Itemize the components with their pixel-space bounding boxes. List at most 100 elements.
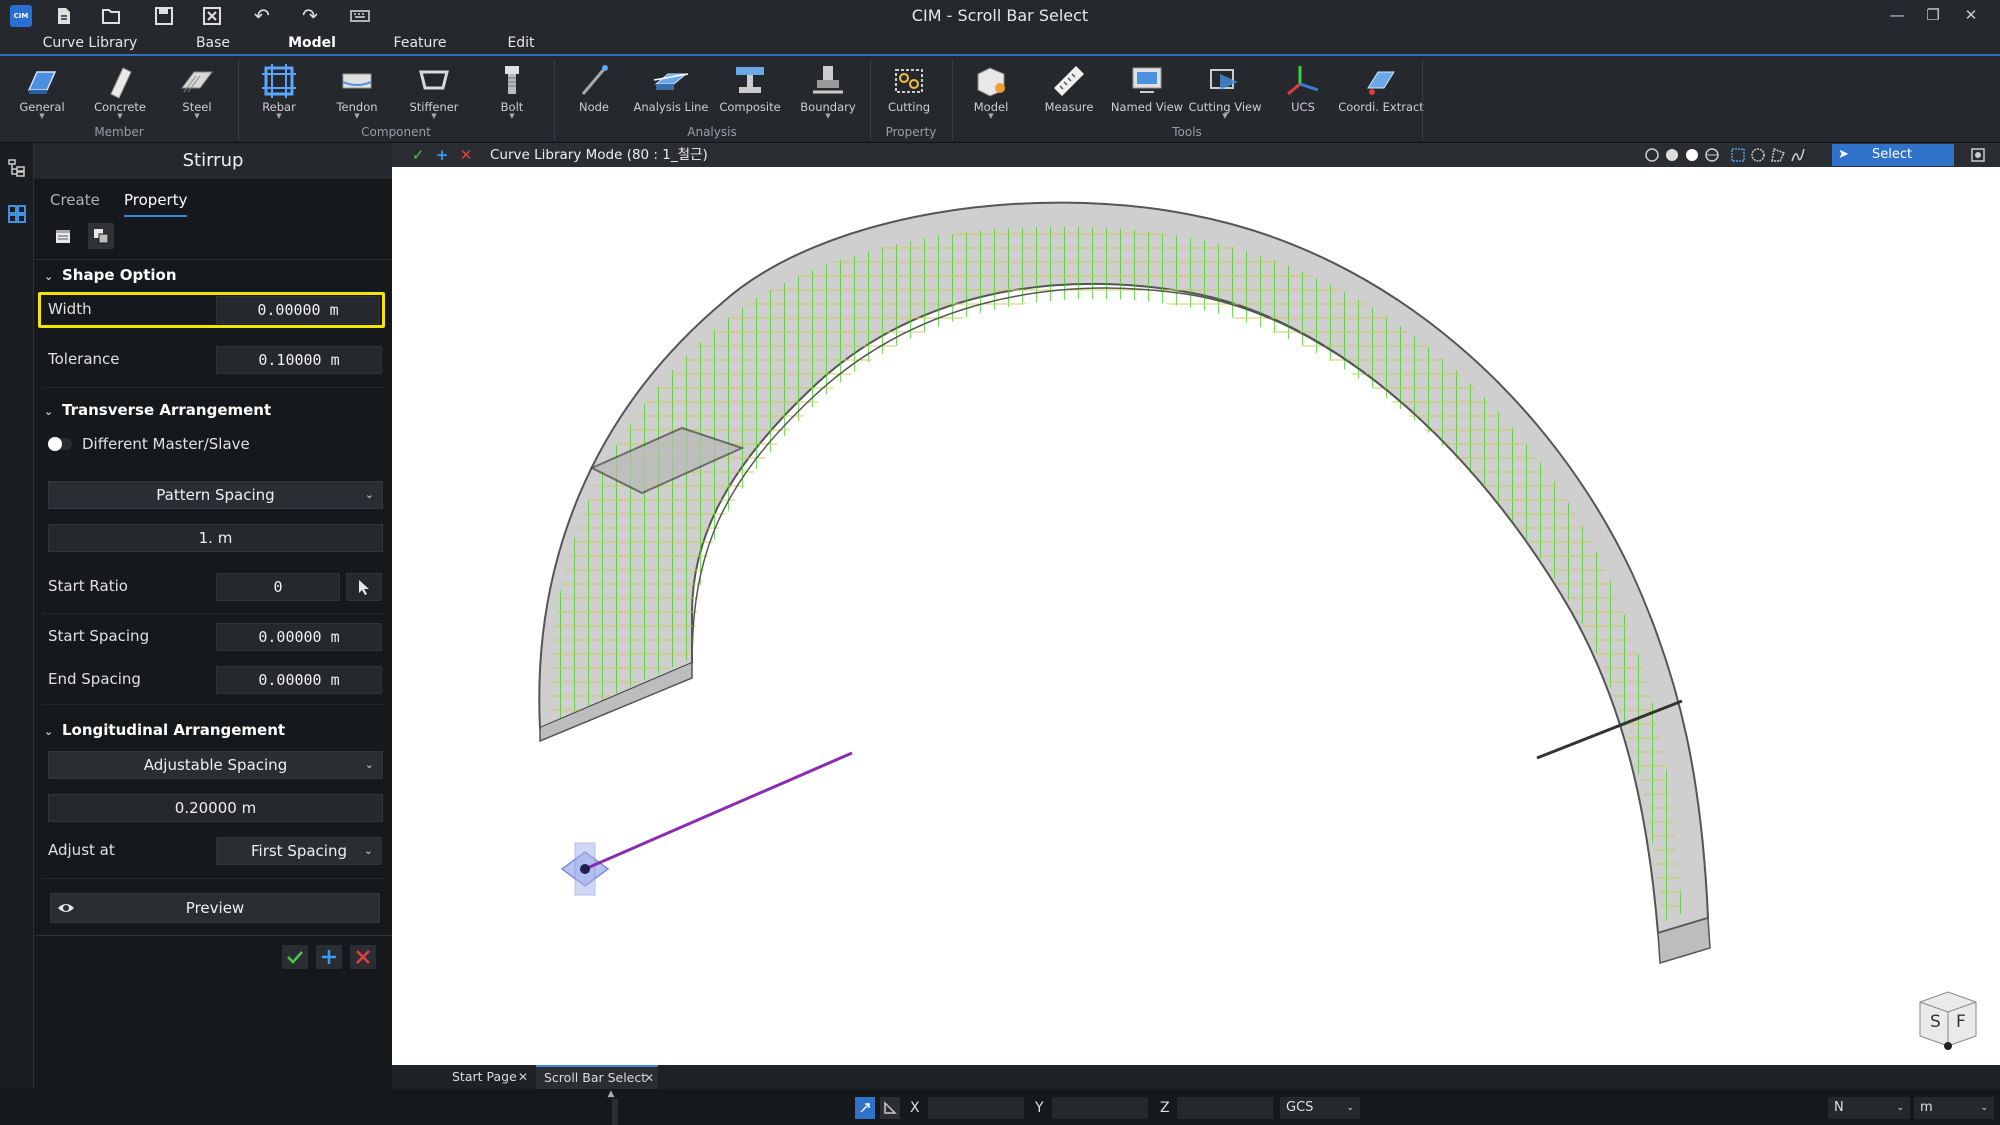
ucs-icon [1287,66,1319,96]
pick-cursor-button[interactable] [346,573,382,601]
section-transverse-arrangement[interactable]: ⌄ Transverse Arrangement [44,401,271,419]
tab-curve-library[interactable]: Curve Library [36,32,144,54]
tab-property[interactable]: Property [124,191,188,217]
start-ratio-field[interactable]: 0 [216,573,340,601]
add-button[interactable] [316,945,342,969]
tab-feature[interactable]: Feature [384,32,456,54]
restore-icon[interactable]: ❐ [1918,2,1948,28]
coordi-extract-button[interactable]: Coordi. Extract [1338,62,1424,128]
preview-button[interactable]: Preview [50,893,380,923]
group-label-member: Member [94,125,144,139]
close-tab-icon[interactable]: ✕ [518,1065,528,1089]
section-longitudinal-arrangement[interactable]: ⌄ Longitudinal Arrangement [44,721,285,739]
rebar-button[interactable]: Rebar ▼ [242,62,316,128]
ribbon-toolbar: General ▼ Concrete ▼ Steel ▼ Rebar ▼ Tendon ▼… [0,56,2000,143]
x-coordinate-field[interactable] [928,1097,1024,1119]
bolt-button[interactable]: Bolt ▼ [475,62,549,128]
steel-button[interactable]: Steel ▼ [160,62,234,128]
snap-icon[interactable] [855,1097,875,1119]
measure-button[interactable]: Measure [1032,62,1106,128]
width-field[interactable]: 0.00000 m [216,296,380,324]
named-view-button[interactable]: Named View [1110,62,1184,128]
view-cube-front: F [1956,1012,1966,1032]
start-spacing-field[interactable]: 0.00000 m [216,623,382,651]
boundary-button[interactable]: Boundary ▼ [791,62,865,128]
concrete-button[interactable]: Concrete ▼ [83,62,157,128]
tab-create[interactable]: Create [50,191,100,209]
line-select-icon[interactable] [1788,145,1808,165]
master-slave-toggle[interactable] [48,437,72,451]
calendar-icon[interactable] [50,223,76,249]
tolerance-field[interactable]: 0.10000 m [216,346,382,374]
3d-viewport[interactable]: S F [392,143,2000,1065]
copy-property-icon[interactable] [88,223,114,249]
y-label: Y [1035,1100,1044,1116]
z-coordinate-field[interactable] [1177,1097,1273,1119]
coordinate-system-dropdown[interactable]: GCS ⌄ [1280,1097,1360,1119]
chevron-down-icon: ⌄ [44,270,54,283]
tab-edit[interactable]: Edit [496,32,546,54]
tendon-button[interactable]: Tendon ▼ [320,62,394,128]
boundary-icon [813,66,843,94]
close-file-icon[interactable] [200,4,224,28]
force-unit-dropdown[interactable]: N ⌄ [1828,1097,1910,1119]
pattern-spacing-field[interactable]: 1. m [48,524,383,552]
minimize-icon[interactable]: — [1882,2,1912,28]
polygon-select-icon[interactable] [1768,145,1788,165]
composite-button[interactable]: Composite [713,62,787,128]
section-shape-option[interactable]: ⌄ Shape Option [44,266,177,284]
close-x-icon[interactable]: ✕ [456,145,476,165]
solid-mode-icon[interactable] [1682,145,1702,165]
property-panel-icon[interactable] [4,201,30,227]
circle-select-icon[interactable] [1748,145,1768,165]
stiffener-button[interactable]: Stiffener ▼ [397,62,471,128]
chevron-down-icon: ⌄ [1980,1103,1988,1113]
tab-start-page[interactable]: Start Page ✕ [414,1065,532,1089]
keyboard-icon[interactable] [348,4,372,28]
redo-icon[interactable]: ↷ [298,4,322,28]
check-icon [287,951,303,964]
wire-mode-icon[interactable] [1702,145,1722,165]
longitudinal-spacing-dropdown[interactable]: Adjustable Spacing ⌄ [48,751,383,779]
end-spacing-label: End Spacing [48,670,141,688]
render-mode-icon[interactable] [1642,145,1662,165]
length-unit-dropdown[interactable]: m ⌄ [1914,1097,1994,1119]
view-settings-icon[interactable] [1968,145,1988,165]
close-tab-icon[interactable]: ✕ [644,1067,654,1089]
select-mode-button[interactable]: ➤ Select [1832,144,1954,166]
open-folder-icon[interactable] [100,4,124,28]
cutting-button[interactable]: Cutting [872,62,946,128]
transverse-spacing-dropdown[interactable]: Pattern Spacing ⌄ [48,481,383,509]
ortho-icon[interactable] [880,1097,900,1119]
analysis-line-button[interactable]: Analysis Line [634,62,709,128]
tab-model[interactable]: Model [280,32,344,54]
adjust-at-dropdown[interactable]: First Spacing ⌄ [216,837,382,865]
cutting-view-icon [1210,69,1238,90]
view-cube[interactable]: S F [1916,988,1978,1050]
add-plus-icon[interactable]: + [432,145,452,165]
chevron-down-icon: ⌄ [44,405,54,418]
shaded-mode-icon[interactable] [1662,145,1682,165]
box-select-icon[interactable] [1728,145,1748,165]
save-icon[interactable] [152,4,176,28]
status-splitter[interactable] [612,1099,618,1125]
cutting-view-button[interactable]: Cutting View ▼ [1188,62,1262,128]
width-label: Width [48,300,92,318]
ucs-button[interactable]: UCS [1266,62,1340,128]
new-file-icon[interactable] [52,4,76,28]
tab-scroll-bar-select[interactable]: Scroll Bar Select ✕ [536,1065,658,1089]
general-button[interactable]: General ▼ [5,62,79,128]
confirm-button[interactable] [282,945,308,969]
end-spacing-field[interactable]: 0.00000 m [216,666,382,694]
tab-base[interactable]: Base [180,32,246,54]
close-window-icon[interactable]: ✕ [1956,2,1986,28]
cursor-icon [359,580,369,595]
apply-check-icon[interactable]: ✓ [408,145,428,165]
y-coordinate-field[interactable] [1052,1097,1148,1119]
model-button[interactable]: Model ▼ [954,62,1028,128]
longitudinal-spacing-field[interactable]: 0.20000 m [48,794,383,822]
cancel-button[interactable] [350,945,376,969]
undo-icon[interactable]: ↶ [250,4,274,28]
node-button[interactable]: Node [557,62,631,128]
tree-view-icon[interactable] [4,155,30,181]
